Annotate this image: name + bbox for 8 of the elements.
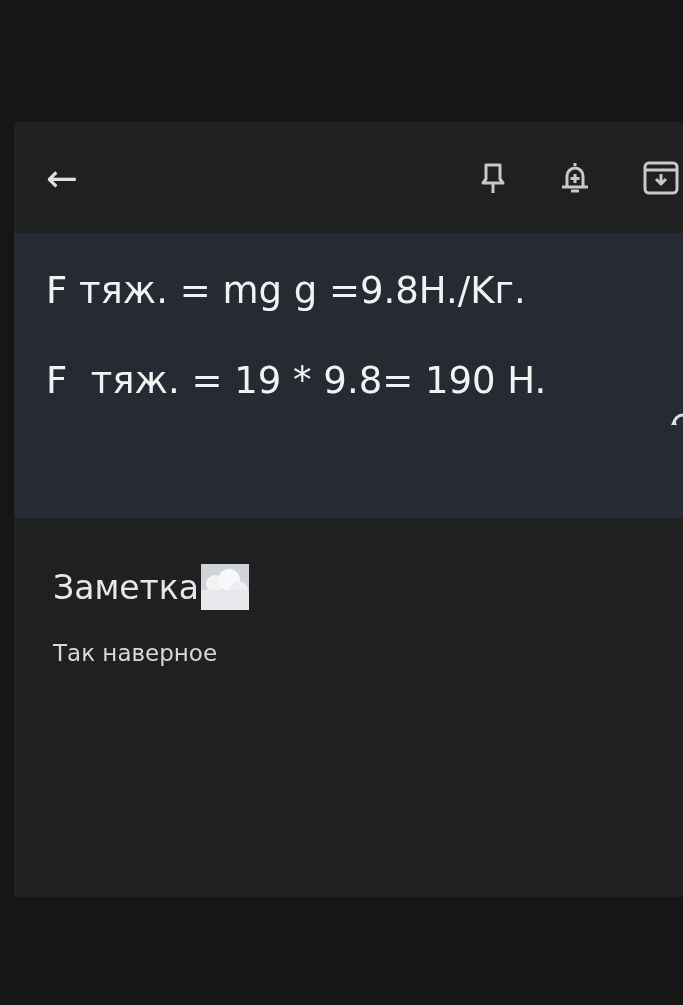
note-title[interactable]: Заметка [53, 567, 199, 607]
image-text: F тяж. = mg g =9.8H./Kг. [46, 269, 527, 313]
reminder-bell-icon[interactable] [559, 160, 591, 195]
fog-emoji-icon [200, 564, 249, 610]
image-text: F тяж. = 19 * 9.8= 190 H. [46, 359, 548, 403]
archive-icon[interactable] [643, 160, 679, 195]
back-button[interactable]: ← [46, 158, 78, 197]
note-body[interactable]: Так наверное [53, 640, 683, 666]
